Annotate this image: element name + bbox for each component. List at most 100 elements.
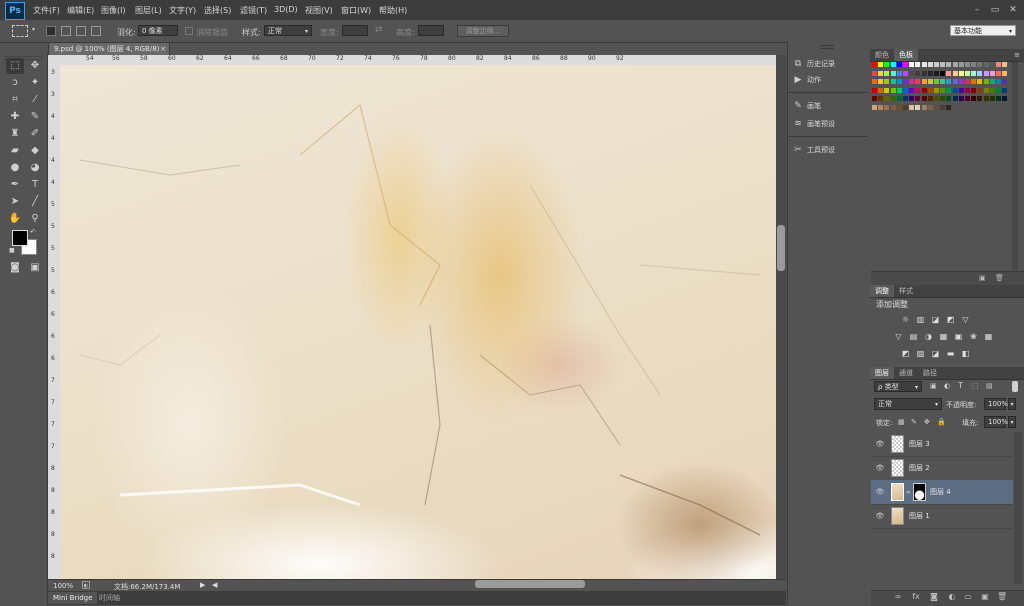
tab-paths[interactable]: 路径: [918, 367, 942, 379]
eye-icon[interactable]: 👁: [875, 439, 885, 449]
tab-channels[interactable]: 通道: [894, 367, 918, 379]
swatch-cell[interactable]: [983, 62, 989, 67]
swatch-cell[interactable]: [872, 96, 877, 101]
tab-adjustments[interactable]: 调整: [870, 285, 894, 297]
swatch-cell[interactable]: [934, 79, 939, 84]
opacity-input[interactable]: 100%: [984, 398, 1008, 410]
gradient-icon[interactable]: ▽: [961, 315, 970, 324]
style-select[interactable]: 正常 ▾: [264, 25, 312, 36]
menu-help[interactable]: 帮助(H): [379, 5, 407, 16]
swatch-cell[interactable]: [996, 62, 1001, 67]
color-balance-icon[interactable]: ◑: [924, 332, 933, 341]
swatch-cell[interactable]: [896, 96, 902, 101]
swatch-cell[interactable]: [940, 70, 946, 76]
swatch-cell[interactable]: [965, 79, 970, 84]
vertical-scroll-thumb[interactable]: [777, 225, 785, 271]
add-selection-icon[interactable]: [61, 26, 71, 36]
swatch-cell[interactable]: [934, 96, 939, 101]
layer-row-2[interactable]: 👁 图层 2: [871, 456, 1013, 481]
channel-mixer-icon[interactable]: ❀: [969, 332, 978, 341]
document-tab[interactable]: 9.psd @ 100% (图层 4, RGB/8) ×: [48, 42, 170, 55]
swatch-cell[interactable]: [965, 87, 970, 93]
swatch-cell[interactable]: [934, 87, 939, 93]
swatch-cell[interactable]: [896, 62, 902, 67]
swatch-cell[interactable]: [940, 96, 946, 101]
swatch-cell[interactable]: [872, 79, 877, 84]
swatch-cell[interactable]: [996, 87, 1001, 93]
swatch-cell[interactable]: [927, 62, 933, 67]
chevron-down-icon[interactable]: ▾: [32, 26, 35, 33]
curves-icon[interactable]: ◪: [931, 315, 940, 324]
swatch-cell[interactable]: [915, 62, 921, 67]
swatch-cell[interactable]: [903, 79, 908, 84]
history-brush-tool-icon[interactable]: ✐: [26, 126, 44, 142]
swatches-scrollbar[interactable]: [1012, 62, 1018, 270]
swatch-cell[interactable]: [878, 87, 884, 93]
swatch-cell[interactable]: [921, 62, 927, 67]
clone-stamp-tool-icon[interactable]: ♜: [6, 126, 24, 142]
swatch-cell[interactable]: [989, 87, 995, 93]
adjustment-layer-icon[interactable]: ◐: [947, 592, 957, 602]
hand-tool-icon[interactable]: ✋: [6, 211, 24, 227]
swatch-cell[interactable]: [971, 96, 977, 101]
minimize-icon[interactable]: –: [970, 4, 984, 16]
workspace-select[interactable]: 基本功能 ▾: [950, 25, 1016, 36]
feather-input[interactable]: 0 像素: [138, 25, 178, 36]
swatch-cell[interactable]: [952, 79, 958, 84]
gradient-map-icon[interactable]: ▬: [946, 349, 955, 358]
menu-layer[interactable]: 图层(L): [135, 5, 162, 16]
delete-layer-icon[interactable]: 🗑: [997, 592, 1007, 602]
group-folder-icon[interactable]: ▭: [963, 592, 973, 602]
swatch-cell[interactable]: [884, 87, 890, 93]
swatch-cell[interactable]: [934, 62, 939, 67]
swatch-cell[interactable]: [1002, 96, 1008, 101]
menu-filter[interactable]: 滤镜(T): [240, 5, 267, 16]
swatch-cell[interactable]: [965, 96, 970, 101]
zoom-tool-icon[interactable]: ⚲: [26, 211, 44, 227]
antialias-checkbox[interactable]: [185, 27, 193, 35]
swatch-cell[interactable]: [921, 104, 927, 110]
paint-bucket-tool-icon[interactable]: ◆: [26, 143, 44, 159]
swatch-cell[interactable]: [872, 104, 877, 110]
panel-brush-presets[interactable]: ≋ 画笔预设: [792, 117, 866, 131]
swatch-cell[interactable]: [896, 87, 902, 93]
tab-timeline[interactable]: 时间轴: [94, 592, 125, 604]
subtract-selection-icon[interactable]: [76, 26, 86, 36]
swatch-cell[interactable]: [927, 79, 933, 84]
menu-type[interactable]: 文字(Y): [169, 5, 196, 16]
layer-row-1[interactable]: 👁 图层 1: [871, 504, 1013, 529]
new-selection-icon[interactable]: [46, 26, 56, 36]
lock-pixels-icon[interactable]: ✎: [911, 418, 917, 426]
fx-icon[interactable]: fx: [911, 592, 921, 602]
swatch-cell[interactable]: [996, 79, 1001, 84]
swatch-cell[interactable]: [909, 70, 915, 76]
swatch-cell[interactable]: [952, 87, 958, 93]
swatch-cell[interactable]: [946, 96, 952, 101]
layer-row-4[interactable]: 👁 ∞ 图层 4: [871, 480, 1013, 505]
threshold-icon[interactable]: ◪: [931, 349, 940, 358]
swatch-cell[interactable]: [940, 79, 946, 84]
swatch-cell[interactable]: [890, 62, 896, 67]
swatch-cell[interactable]: [958, 96, 964, 101]
swatch-cell[interactable]: [946, 79, 952, 84]
swatch-cell[interactable]: [965, 70, 970, 76]
tab-layers[interactable]: 图层: [870, 367, 894, 379]
swatch-cell[interactable]: [934, 104, 939, 110]
swatch-cell[interactable]: [983, 96, 989, 101]
move-tool-icon[interactable]: ✥: [26, 58, 44, 74]
menu-3d[interactable]: 3D(D): [274, 5, 298, 14]
swatch-cell[interactable]: [996, 96, 1001, 101]
levels-icon[interactable]: ▥: [916, 315, 925, 324]
panel-actions[interactable]: ▶ 动作: [792, 73, 866, 87]
swatch-cell[interactable]: [971, 79, 977, 84]
magic-wand-tool-icon[interactable]: ✦: [26, 75, 44, 91]
swatch-grid[interactable]: [872, 62, 1012, 114]
swatch-cell[interactable]: [884, 79, 890, 84]
swatch-cell[interactable]: [915, 79, 921, 84]
swatch-cell[interactable]: [971, 62, 977, 67]
swatch-cell[interactable]: [977, 79, 983, 84]
swatch-cell[interactable]: [958, 70, 964, 76]
panel-history[interactable]: ⧉ 历史记录: [792, 57, 866, 71]
menu-window[interactable]: 窗口(W): [341, 5, 371, 16]
swatch-cell[interactable]: [983, 79, 989, 84]
